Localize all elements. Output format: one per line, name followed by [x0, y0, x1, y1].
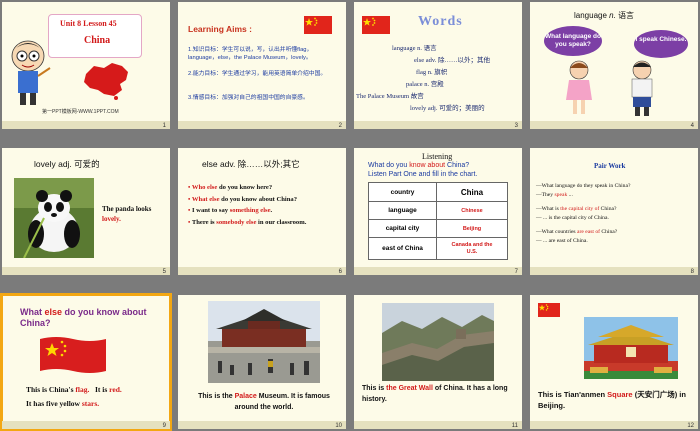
panda-caption: The panda looks lovely. — [102, 204, 164, 224]
palace-museum-photo — [208, 301, 320, 383]
cell-capital-label: capital city — [368, 219, 437, 238]
boy-cartoon-icon — [11, 40, 51, 105]
word-line-3: flag n. 旗帜 — [416, 69, 448, 76]
slide-number: 5 — [162, 269, 166, 275]
pair-line-3: —What is the capital city of China? — [536, 206, 617, 212]
learning-aims-heading: Learning Aims : — [188, 24, 252, 34]
slide10-caption: This is the Palace Museum. It is famous … — [198, 393, 330, 411]
boy-cartoon-icon — [631, 60, 653, 116]
panda-photo — [14, 178, 94, 258]
heading-pos: n. — [609, 11, 616, 20]
slide-thumbnail-12[interactable]: This is Tian'anmen Square (天安门广场) in Bei… — [530, 295, 698, 429]
pair-work-heading: Pair Work — [594, 162, 626, 170]
slide-thumbnail-8[interactable]: Pair Work —What language do they speak i… — [530, 148, 698, 275]
cell-country-value: China — [436, 182, 508, 202]
listening-chart: country China language Chinese capital c… — [368, 182, 508, 260]
slide-thumbnail-1[interactable]: Unit 8 Lesson 45 China 第一PPT模板网-WWW.1PPT… — [2, 2, 170, 129]
girl-cartoon-icon — [566, 60, 592, 114]
slide9-heading: What else do you know about China? — [20, 307, 147, 328]
pair-line-6: — ... are east of China. — [536, 237, 588, 244]
bullet-2: • What else do you know about China? — [188, 195, 298, 203]
slide-number: 12 — [687, 423, 694, 429]
slide-number: 6 — [338, 269, 342, 275]
cell-east-label: east of China — [368, 237, 437, 260]
slide12-caption: This is Tian'anmen Square (天安门广场) in Bei… — [538, 390, 686, 410]
listening-instruction: Listen Part One and fill in the chart. — [368, 171, 478, 178]
pair-line-2: —They speak ... — [536, 191, 573, 198]
language-heading: language n. 语言 — [574, 10, 634, 21]
cell-capital-value: Beijing — [436, 219, 508, 238]
slide-thumbnail-3[interactable]: Words language n. 语言 else adv. 除……以外；其他 … — [354, 2, 522, 129]
listening-heading: Listening — [422, 152, 453, 161]
slide-thumbnail-4[interactable]: language n. 语言 What language do you spea… — [530, 2, 698, 129]
slide-title-line2: China — [84, 35, 111, 46]
china-flag-icon — [304, 16, 332, 34]
slide-number: 9 — [162, 423, 166, 429]
word-line-1: language n. 语言 — [392, 45, 437, 52]
slide-number: 2 — [338, 123, 342, 129]
pair-line-1: —What language do they speak in China? — [536, 183, 631, 189]
great-wall-photo — [382, 303, 494, 381]
slide9-line2: It has five yellow stars. — [26, 399, 100, 408]
slide-number: 3 — [514, 123, 518, 129]
cell-language-value: Chinese — [436, 201, 508, 220]
pair-line-4: — ... is the capital city of China. — [536, 214, 609, 221]
slide-sorter-grid: Unit 8 Lesson 45 China 第一PPT模板网-WWW.1PPT… — [0, 0, 700, 431]
word-line-4: palace n. 宫殿 — [406, 81, 444, 88]
lovely-heading: lovely adj. 可爱的 — [34, 159, 100, 169]
pair-line-5: —What countries are east of China? — [536, 229, 618, 235]
aim-item-3: 3.情感目标：加强对自己的祖国中国的自豪感。 — [188, 95, 309, 101]
china-map-icon — [84, 63, 128, 100]
aim-item-2: 2.能力目标：学生通过学习，能用英语简单介绍中国。 — [188, 71, 327, 77]
slide-number: 11 — [511, 423, 518, 429]
slide11-caption: This is the Great Wall of China. It has … — [362, 385, 508, 403]
slide-number: 10 — [335, 423, 342, 429]
bullet-1: • Who else do you know here? — [188, 184, 273, 191]
slide-number: 1 — [162, 123, 166, 129]
waving-flag-photo — [40, 335, 106, 375]
slide9-line1: This is China's flag. It is red. — [26, 385, 122, 394]
slide-number: 4 — [690, 123, 694, 129]
china-flag-icon — [362, 16, 390, 34]
slide-number: 7 — [514, 269, 518, 275]
else-bullets: • Who else do you know here? • What else… — [188, 182, 342, 228]
heading-cn: 语言 — [618, 11, 635, 20]
heading-word: language — [574, 11, 607, 20]
bullet-3: • I want to say something else. — [188, 207, 273, 214]
aim-item-1: 1.知识目标：学生可以说，写，认出并听懂flag，language，else，t… — [188, 47, 313, 61]
slide-number: 8 — [690, 269, 694, 275]
slide-title-line1: Unit 8 Lesson 45 — [60, 19, 117, 28]
speech-bubble-left: What language do you speak? — [544, 26, 602, 56]
speech-bubble-right: I speak Chinese. — [634, 30, 688, 58]
slide-thumbnail-5[interactable]: lovely adj. 可爱的 The panda looks lovely. … — [2, 148, 170, 275]
words-heading: Words — [418, 14, 463, 29]
footer-watermark: 第一PPT模板网-WWW.1PPT.COM — [42, 109, 119, 115]
else-heading: else adv. 除……以外;其它 — [202, 159, 300, 169]
word-line-5: The Palace Museum 故宫 — [356, 93, 424, 100]
slide-thumbnail-2[interactable]: Learning Aims : 1.知识目标：学生可以说，写，认出并听懂flag… — [178, 2, 346, 129]
cell-country-label: country — [368, 182, 437, 202]
china-flag-icon — [538, 303, 560, 317]
pair-work-lines: —What language do they speak in China? —… — [536, 182, 696, 245]
caption-text: The panda looks — [102, 205, 152, 213]
listening-question: What do you know about China? — [368, 162, 470, 169]
caption-keyword: lovely. — [102, 215, 121, 223]
slide-thumbnail-11[interactable]: This is the Great Wall of China. It has … — [354, 295, 522, 429]
word-line-2: else adv. 除……以外；其他 — [414, 57, 490, 64]
slide-thumbnail-10[interactable]: This is the Palace Museum. It is famous … — [178, 295, 346, 429]
tiananmen-photo — [584, 317, 678, 379]
slide-thumbnail-9[interactable]: What else do you know about China? This … — [0, 293, 172, 431]
cell-language-label: language — [368, 201, 437, 220]
slide-thumbnail-7[interactable]: Listening What do you know about China? … — [354, 148, 522, 275]
word-line-6: lovely adj. 可爱的；美丽的 — [410, 105, 485, 112]
bullet-4: • There is somebody else in our classroo… — [188, 218, 307, 226]
cell-east-value: Canada and the U.S. — [436, 237, 508, 260]
slide-thumbnail-6[interactable]: else adv. 除……以外;其它 • Who else do you kno… — [178, 148, 346, 275]
